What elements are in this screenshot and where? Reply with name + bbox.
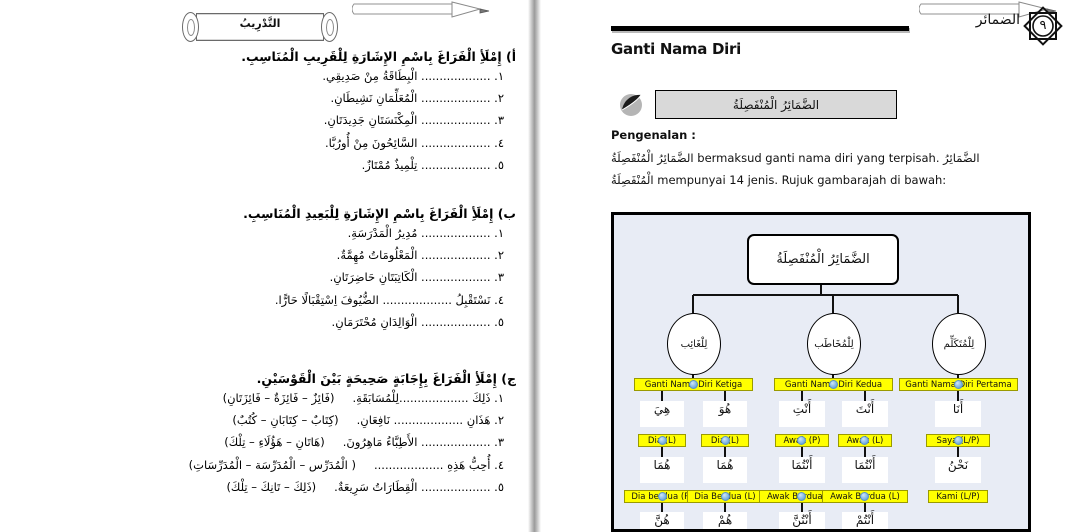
topic-title: الضَّمَائِرُ الْمُنْفَصِلَةُ — [732, 97, 820, 112]
section-c-heading: ج) إِمْلَأِ الْفَرَاغَ بِإِجَابَةٍ صَحِي… — [256, 371, 516, 386]
section-a-item-4: ٤. ................... السَّائِحُونَ مِن… — [325, 135, 504, 150]
comment-marker-icon — [797, 492, 806, 501]
pronoun-arabic-huwa: هُوَ — [703, 401, 747, 427]
intro-paragraph-line-2: الْمُنْفَصِلَةُ mempunyai 14 jenis. Ruju… — [611, 172, 1001, 189]
section-b-heading: ب) إِمْلَأِ الْفَرَاغَ بِاسْمِ الإِشَارَ… — [243, 206, 516, 221]
comment-marker-icon — [829, 380, 838, 389]
section-c-options-2: (كِتَابٌ – كِتَابَانِ – كُتُبٌ) — [232, 413, 339, 428]
pronoun-arabic-hunna: هُنَّ — [640, 512, 684, 529]
section-c-row-5: ٥. ................... الْقِطَارَاتُ سَر… — [4, 476, 516, 498]
section-b-item-3: ٣. ................... الْكَاتِبَتَانِ ح… — [329, 270, 504, 285]
comment-marker-icon — [721, 492, 730, 501]
ellipse-label-mukhatab: لِلْمُخَاطَب — [814, 338, 854, 350]
intro-ar-term-1: الضَّمَائِرُ الْمُنْفَصِلَةُ — [611, 151, 694, 165]
section-c-stem-1: ١. ذَلِكَ ...................لِلْمُسَابَ… — [352, 390, 505, 405]
section-c-row-1: ١. ذَلِكَ ...................لِلْمُسَابَ… — [4, 387, 516, 409]
diagram-root-node: الضَّمَائِرُ الْمُنْفَصِلَةُ — [747, 234, 899, 285]
section-a-item-1: ١. ................... الْبِطَاقَةُ مِنْ… — [322, 68, 504, 83]
section-c-stem-3: ٣. ................... الأَطِبَّاءُ مَاه… — [342, 435, 504, 450]
section-a-item-2: ٢. ................... الْمُعَلِّمَانِ ن… — [330, 91, 504, 106]
right-page: ٩ الضمائر Ganti Nama Diri الضَّمَائِرُ ا… — [541, 0, 1076, 532]
pencil-decoration-left — [352, 0, 502, 26]
pronoun-arabic-hiya: هِيَ — [640, 401, 684, 427]
pronoun-arabic-antuma-p: أَنْتُمَا — [779, 457, 825, 483]
section-c-stem-4: ٤. أُحِبُّ هَذِهِ ................... — [374, 457, 504, 472]
page-title: Ganti Nama Diri — [611, 40, 741, 58]
section-a-item-5: ٥. ................... تِلْمِيذٌ مُمْتَا… — [361, 158, 504, 173]
pen-nib-icon — [617, 90, 645, 118]
section-b-item-5: ٥. ................... الْوَالِدَانِ مُح… — [331, 315, 504, 330]
intro-ar-term-2: الضَّمَائِرُ — [943, 151, 980, 165]
pengenalan-label: Pengenalan : — [611, 128, 696, 142]
exercise-section-b: ب) إِمْلَأِ الْفَرَاغَ بِاسْمِ الإِشَارَ… — [66, 206, 516, 334]
comment-marker-icon — [689, 380, 698, 389]
comment-marker-icon — [860, 436, 869, 445]
ellipse-label-mutakallim: لِلْمُتَكَلِّم — [943, 338, 975, 350]
comment-marker-icon — [797, 436, 806, 445]
section-b-item-1: ١. ................... مُدِيرُ الْمَدْرَ… — [347, 225, 504, 240]
pronoun-arabic-hum: هُمْ — [703, 512, 747, 529]
section-c-row-2: ٢. هَذَانِ ................... نَافِعَان… — [4, 409, 516, 431]
pronoun-arabic-anti: أَنْتِ — [779, 401, 825, 427]
comment-marker-icon — [721, 436, 730, 445]
page-divider — [528, 0, 541, 532]
section-b-item-2: ٢. ................... الْمَعْلُومَاتُ م… — [336, 248, 504, 263]
pronoun-arabic-antuma-l: أَنْتُمَا — [842, 457, 888, 483]
left-page: التَّدْرِيبُ أ) إِمْلَأِ الْفَرَاغَ بِاس… — [0, 0, 528, 532]
chapter-number-badge: ٩ — [1023, 6, 1063, 46]
diagram-ellipse-mutakallim: لِلْمُتَكَلِّم — [932, 313, 986, 375]
comment-marker-icon — [658, 436, 667, 445]
pronoun-arabic-huma-l: هُمَا — [703, 457, 747, 483]
pronoun-diagram: الضَّمَائِرُ الْمُنْفَصِلَةُ لِلْغَائِب … — [611, 212, 1031, 532]
diagram-ellipse-mukhatab: لِلْمُخَاطَب — [807, 313, 861, 375]
section-b-item-4: ٤. نَسْتَقْبِلُ ................... الضُ… — [274, 292, 504, 307]
diagram-root-label: الضَّمَائِرُ الْمُنْفَصِلَةُ — [776, 252, 870, 267]
badge-number: ٩ — [1039, 18, 1047, 33]
chapter-title: الضمائر — [975, 12, 1020, 28]
intro-ar-term-3: الْمُنْفَصِلَةُ — [611, 173, 654, 187]
comment-marker-icon — [954, 436, 963, 445]
pronoun-arabic-antunna: أَنْتُنَّ — [779, 512, 825, 529]
intro-paragraph-line-1: الضَّمَائِرُ الْمُنْفَصِلَةُ bermaksud g… — [611, 150, 1001, 167]
header-rule — [611, 26, 909, 31]
pronoun-arabic-anta: أَنْتَ — [842, 401, 888, 427]
section-c-options-5: (ذَلِكَ – تَانِكَ – تِلْكَ) — [226, 480, 317, 495]
exercise-banner: التَّدْرِيبُ — [182, 9, 338, 43]
section-c-stem-5: ٥. ................... الْقِطَارَاتُ سَر… — [334, 480, 504, 495]
exercise-section-a: أ) إِمْلَأِ الْفَرَاغَ بِاسْمِ الإِشَارَ… — [66, 49, 516, 177]
section-c-options-1: (فَائِزٌ – فَائِزَةٌ – فَائِزَتَانِ) — [222, 390, 335, 405]
topic-title-box: الضَّمَائِرُ الْمُنْفَصِلَةُ — [655, 90, 897, 119]
pronoun-arabic-huma-p: هُمَا — [640, 457, 684, 483]
section-a-item-3: ٣. ................... الْمِكْنَسَتَانِ … — [323, 113, 504, 128]
comment-marker-icon — [658, 492, 667, 501]
section-c-stem-2: ٢. هَذَانِ ................... نَافِعَان… — [356, 413, 504, 428]
banner-title: التَّدْرِيبُ — [239, 17, 281, 30]
pronoun-meaning-nahnu: Kami (L/P) — [928, 490, 988, 503]
ellipse-label-ghaib: لِلْغَائِب — [680, 338, 708, 350]
comment-marker-icon — [860, 492, 869, 501]
section-a-heading: أ) إِمْلَأِ الْفَرَاغَ بِاسْمِ الإِشَارَ… — [241, 49, 516, 64]
section-c-options-4: ( الْمُدَرِّس – الْمُدَرِّسَة – الْمُدَر… — [188, 457, 356, 472]
section-c-row-4: ٤. أُحِبُّ هَذِهِ ................... ( … — [4, 454, 516, 476]
exercise-section-c: ج) إِمْلَأِ الْفَرَاغَ بِإِجَابَةٍ صَحِي… — [4, 371, 516, 499]
intro-text-2: mempunyai 14 jenis. Rujuk gambarajah di … — [653, 173, 947, 187]
intro-text-1: bermaksud ganti nama diri yang terpisah. — [693, 151, 944, 165]
diagram-ellipse-ghaib: لِلْغَائِب — [667, 313, 721, 375]
pronoun-arabic-ana: أَنَا — [935, 401, 981, 427]
comment-marker-icon — [954, 380, 963, 389]
pronoun-arabic-nahnu: نَحْنُ — [935, 457, 981, 483]
section-c-row-3: ٣. ................... الأَطِبَّاءُ مَاه… — [4, 431, 516, 453]
pronoun-arabic-antum: أَنْتُمْ — [842, 512, 888, 529]
section-c-options-3: (هَاتَانِ – هَؤُلَاءِ – تِلْكَ) — [224, 435, 325, 450]
